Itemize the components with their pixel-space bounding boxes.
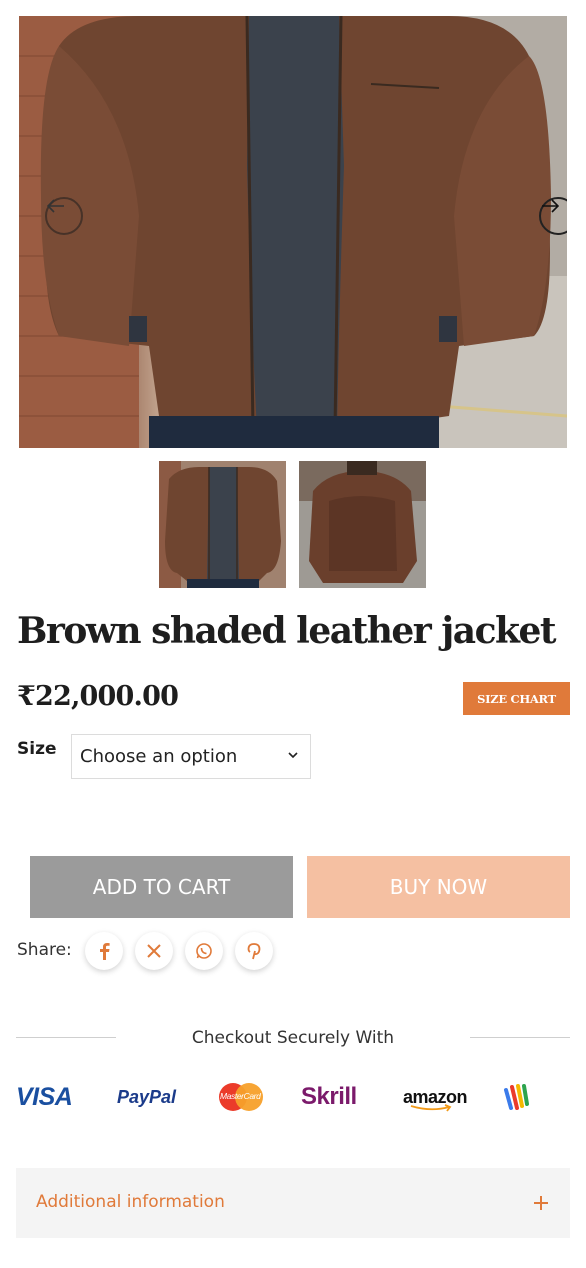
thumbnail-back[interactable] (299, 461, 426, 588)
whatsapp-icon (196, 943, 212, 959)
share-whatsapp-button[interactable] (185, 932, 223, 970)
jacket-photo (19, 16, 567, 448)
product-main-image (19, 16, 567, 448)
chevron-down-icon (288, 752, 298, 759)
checkout-title: Checkout Securely With (191, 1028, 395, 1048)
gallery-prev-button[interactable] (45, 197, 83, 235)
size-label: Size (17, 739, 57, 759)
paypal-logo-text: PayPal (117, 1086, 177, 1107)
thumbnail-front-image (159, 461, 286, 588)
share-facebook-button[interactable] (85, 932, 123, 970)
product-title: Brown shaded leather jacket (17, 610, 557, 652)
checkout-divider-left (16, 1037, 116, 1038)
amazon-smile-icon (410, 1104, 452, 1112)
arrow-left-icon (47, 199, 64, 213)
amazon-logo: amazon (403, 1080, 468, 1114)
share-pinterest-button[interactable] (235, 932, 273, 970)
skrill-logo-text: Skrill (301, 1083, 357, 1110)
buy-now-button[interactable]: BUY NOW (307, 856, 570, 918)
google-wallet-icon (504, 1084, 529, 1110)
accordion-label: Additional information (36, 1192, 225, 1212)
thumbnail-front[interactable] (159, 461, 286, 588)
size-select-value: Choose an option (80, 746, 238, 767)
arrow-right-icon (542, 199, 559, 213)
google-wallet-logo (503, 1080, 531, 1114)
mastercard-logo-text: MasterCard (220, 1091, 261, 1101)
visa-logo-text: VISA (16, 1082, 73, 1111)
size-select[interactable]: Choose an option (71, 734, 311, 779)
share-label: Share: (17, 940, 72, 960)
paypal-logo: PayPal (117, 1080, 176, 1114)
size-chart-button[interactable]: SIZE CHART (463, 682, 570, 715)
plus-icon (534, 1196, 548, 1210)
thumbnail-back-image (299, 461, 426, 588)
additional-information-accordion[interactable]: Additional information (16, 1168, 570, 1238)
x-icon (147, 944, 161, 958)
facebook-icon (100, 943, 110, 960)
checkout-divider-right (470, 1037, 570, 1038)
skrill-logo: Skrill (301, 1080, 357, 1114)
visa-logo: VISA (16, 1080, 73, 1114)
pinterest-icon (247, 943, 261, 960)
share-x-button[interactable] (135, 932, 173, 970)
add-to-cart-button[interactable]: ADD TO CART (30, 856, 293, 918)
mastercard-logo: MasterCard (218, 1080, 264, 1114)
product-price: ₹22,000.00 (17, 681, 179, 712)
